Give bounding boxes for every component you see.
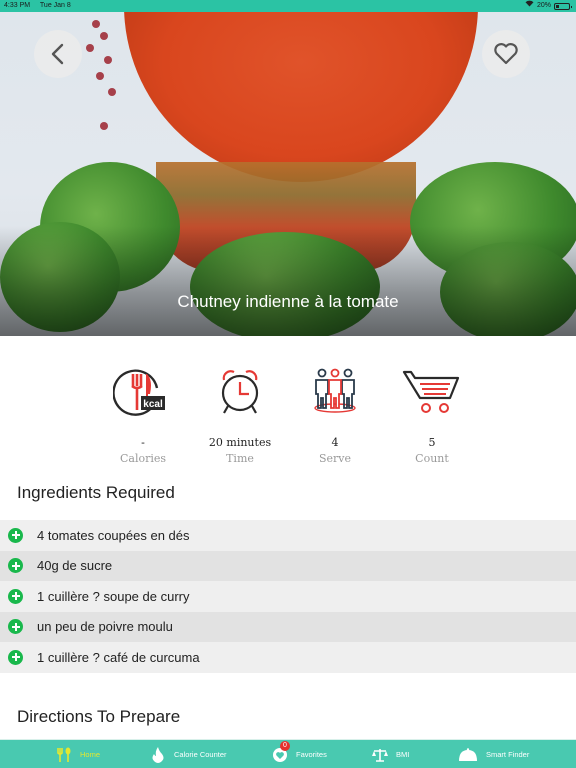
add-ingredient-button[interactable] [8, 619, 23, 635]
add-ingredient-button[interactable] [8, 558, 23, 574]
wifi-icon [525, 0, 534, 12]
tab-label: Home [80, 750, 101, 759]
tab-label: Calorie Counter [174, 750, 227, 759]
flame-icon [150, 746, 166, 763]
add-ingredient-button[interactable] [8, 588, 23, 604]
status-bar: 4:33 PM Tue Jan 8 20% [0, 0, 576, 12]
svg-text:kcal: kcal [143, 399, 163, 410]
tab-label: Smart Finder [486, 750, 530, 759]
battery-icon [554, 2, 572, 10]
chevron-left-icon [51, 43, 64, 65]
stat-count: 5 Count [382, 366, 482, 465]
tab-label: Favorites [296, 750, 327, 759]
alarm-clock-icon [210, 366, 270, 418]
favorites-badge: 0 [280, 740, 290, 751]
ingredients-list: 4 tomates coupées en dés 40g de sucre 1 … [0, 520, 576, 673]
stat-value: 20 minutes [208, 436, 272, 449]
cloche-icon [458, 747, 478, 763]
add-ingredient-button[interactable] [8, 527, 23, 543]
ingredient-item: 1 cuillère ? soupe de curry [0, 581, 576, 612]
stat-time: 20 minutes Time [190, 366, 290, 465]
scale-icon [372, 747, 388, 763]
status-time: 4:33 PM [4, 2, 31, 9]
tab-bmi[interactable]: BMI [372, 740, 409, 768]
ingredient-text: 40g de sucre [37, 558, 113, 574]
ingredient-item: 4 tomates coupées en dés [0, 520, 576, 551]
ingredient-item: un peu de poivre moulu [0, 611, 576, 642]
ingredient-text: 4 tomates coupées en dés [37, 527, 190, 543]
fork-spoon-icon [56, 747, 72, 763]
heart-icon: 0 [272, 740, 290, 763]
ingredient-item: 1 cuillère ? café de curcuma [0, 642, 576, 673]
stat-label: Serve [318, 452, 352, 465]
recipe-stats: kcal - Calories 20 minutes Time 4 Serve … [0, 366, 576, 466]
recipe-title: Chutney indienne à la tomate [177, 292, 399, 311]
stat-value: - [141, 436, 145, 449]
status-date: Tue Jan 8 [39, 2, 71, 9]
tab-favorites[interactable]: 0 Favorites [272, 740, 327, 768]
recipe-detail-screen: 4:33 PM Tue Jan 8 20% Chutney indienne à… [0, 0, 576, 768]
stat-label: Calories [119, 452, 167, 465]
tab-smart-finder[interactable]: Smart Finder [458, 740, 529, 768]
heart-outline-icon [494, 43, 518, 65]
add-ingredient-button[interactable] [8, 649, 23, 665]
stat-label: Count [415, 452, 449, 465]
shopping-cart-icon [402, 366, 462, 418]
tab-home[interactable]: Home [56, 740, 100, 768]
stat-value: 5 [428, 436, 436, 449]
ingredients-heading: Ingredients Required [17, 483, 175, 502]
stat-serve: 4 Serve [285, 366, 385, 465]
back-button[interactable] [34, 30, 82, 78]
favorite-button[interactable] [482, 30, 530, 78]
tab-calorie-counter[interactable]: Calorie Counter [150, 740, 227, 768]
bottom-tab-bar: Home Calorie Counter 0 Favorites BMI Sma… [0, 739, 576, 768]
stat-label: Time [226, 452, 254, 465]
tab-label: BMI [396, 750, 410, 759]
recipe-hero-image: Chutney indienne à la tomate [0, 12, 576, 336]
directions-heading: Directions To Prepare [17, 707, 181, 726]
ingredient-text: 1 cuillère ? café de curcuma [37, 649, 200, 665]
stat-value: 4 [331, 436, 339, 449]
stat-calories: kcal - Calories [93, 366, 193, 465]
kcal-fork-knife-icon: kcal [112, 366, 173, 418]
ingredient-text: 1 cuillère ? soupe de curry [37, 588, 190, 604]
battery-percent: 20% [536, 2, 551, 9]
people-group-icon [305, 366, 365, 418]
ingredient-item: 40g de sucre [0, 550, 576, 581]
ingredient-text: un peu de poivre moulu [37, 619, 173, 635]
